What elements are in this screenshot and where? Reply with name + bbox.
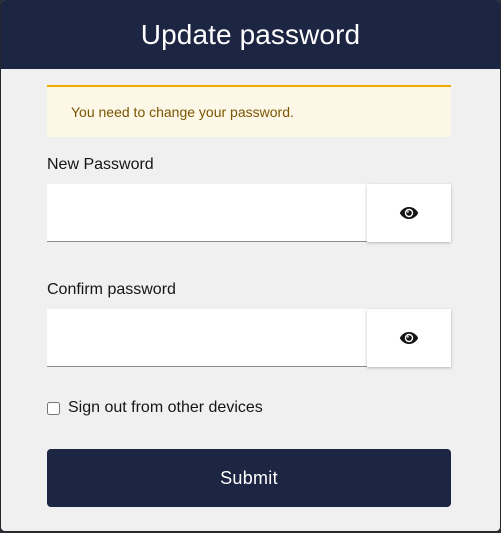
confirm-password-label: Confirm password bbox=[47, 281, 176, 298]
new-password-label: New Password bbox=[47, 156, 154, 173]
alert-message: You need to change your password. bbox=[71, 104, 294, 120]
update-password-card: Update password You need to change your … bbox=[1, 0, 500, 531]
sign-out-devices-row[interactable]: Sign out from other devices bbox=[47, 399, 451, 417]
warning-alert: You need to change your password. bbox=[47, 85, 451, 137]
form-content: You need to change your password. New Pa… bbox=[47, 69, 451, 507]
sign-out-devices-label: Sign out from other devices bbox=[68, 399, 263, 416]
show-confirm-password-button[interactable] bbox=[367, 309, 451, 367]
new-password-input[interactable] bbox=[47, 184, 367, 242]
show-new-password-button[interactable] bbox=[367, 184, 451, 242]
header: Update password bbox=[1, 0, 500, 69]
page-title: Update password bbox=[140, 18, 361, 50]
sign-out-devices-checkbox[interactable] bbox=[47, 401, 60, 415]
new-password-group bbox=[47, 184, 451, 242]
confirm-password-group bbox=[47, 309, 451, 367]
eye-icon bbox=[399, 332, 419, 344]
eye-icon bbox=[399, 207, 419, 219]
confirm-password-input[interactable] bbox=[47, 309, 367, 367]
submit-button[interactable]: Submit bbox=[47, 449, 451, 507]
